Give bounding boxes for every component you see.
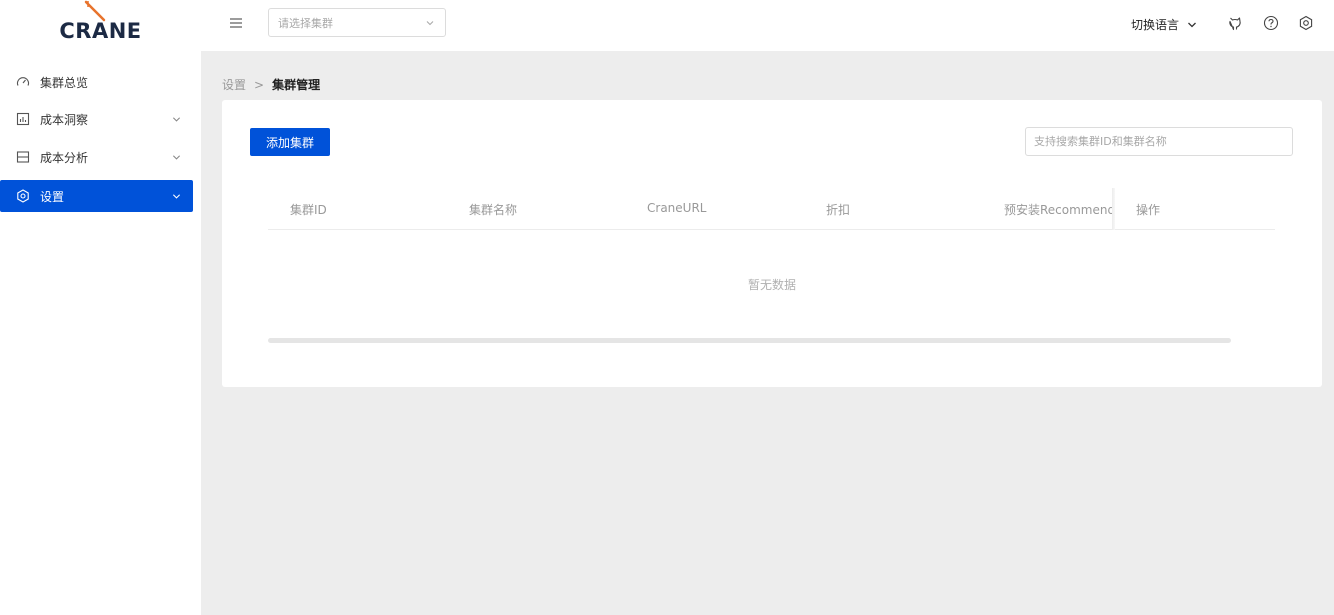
sidebar-item-label: 集群总览 — [40, 75, 89, 90]
logo[interactable]: CRANE — [0, 0, 201, 51]
language-label: 切换语言 — [1131, 18, 1180, 32]
fixed-column-divider — [1112, 188, 1115, 230]
cluster-select-placeholder: 请选择集群 — [278, 16, 333, 30]
table-horizontal-scrollbar[interactable] — [268, 338, 1231, 343]
add-cluster-button[interactable]: 添加集群 — [250, 128, 330, 156]
analysis-icon — [16, 151, 30, 163]
settings-icon — [17, 189, 29, 203]
cluster-select[interactable]: 请选择集群 — [268, 8, 446, 37]
menu-icon[interactable] — [229, 16, 243, 30]
help-icon[interactable] — [1263, 15, 1279, 31]
sidebar: 集群总览 成本洞察 成本分析 设置 — [0, 51, 201, 615]
sidebar-item-settings[interactable]: 设置 — [0, 180, 193, 212]
column-header-cluster-name: 集群名称 — [469, 203, 518, 217]
breadcrumb-separator: > — [254, 77, 265, 92]
breadcrumb-current: 集群管理 — [272, 78, 321, 92]
column-header-crane-url: CraneURL — [647, 201, 707, 215]
breadcrumb-parent[interactable]: 设置 — [222, 76, 246, 93]
sidebar-item-label: 成本分析 — [40, 150, 89, 165]
settings-icon[interactable] — [1298, 15, 1314, 31]
column-header-actions: 操作 — [1136, 203, 1161, 217]
chevron-down-icon — [172, 194, 181, 199]
logo-text: CRANE — [59, 18, 142, 43]
sidebar-item-cost-analysis[interactable]: 成本分析 — [0, 141, 193, 173]
github-icon[interactable] — [1227, 15, 1243, 31]
top-bar: CRANE 请选择集群 切换语言 — [0, 0, 1334, 51]
sidebar-item-cluster-overview[interactable]: 集群总览 — [0, 66, 193, 98]
search-input[interactable] — [1025, 127, 1293, 156]
chevron-down-icon — [1188, 22, 1196, 27]
table-empty-text: 暂无数据 — [747, 278, 796, 292]
chevron-down-icon — [426, 21, 434, 26]
sidebar-item-label: 设置 — [40, 189, 65, 204]
chevron-down-icon — [172, 117, 181, 122]
column-header-cluster-id: 集群ID — [290, 203, 327, 217]
sidebar-item-cost-insight[interactable]: 成本洞察 — [0, 103, 193, 135]
sidebar-item-label: 成本洞察 — [40, 112, 89, 127]
column-header-discount: 折扣 — [826, 203, 851, 217]
dashboard-icon — [16, 77, 30, 86]
chevron-down-icon — [172, 155, 181, 160]
cluster-management-card: 添加集群 集群ID 集群名称 CraneURL 折扣 预安装Recommend … — [222, 100, 1322, 387]
table-header: 集群ID 集群名称 CraneURL 折扣 预安装Recommend 操作 — [268, 188, 1275, 230]
chart-icon — [16, 112, 30, 126]
language-switch[interactable]: 切换语言 — [1131, 16, 1197, 33]
column-header-preinstall-recommend: 预安装Recommend — [1004, 203, 1116, 217]
breadcrumb: 设置 > 集群管理 — [222, 76, 320, 93]
